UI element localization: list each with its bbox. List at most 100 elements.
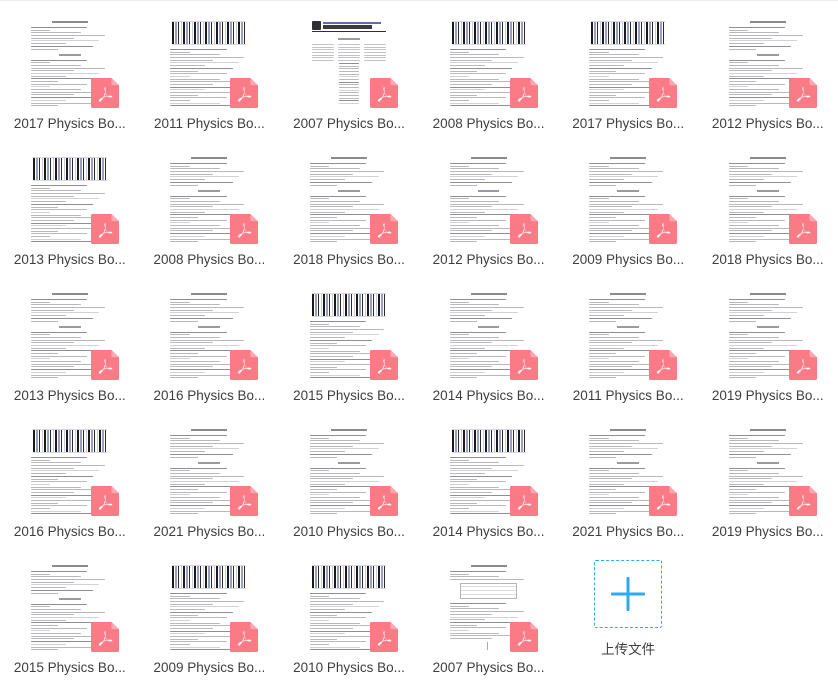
file-thumbnail[interactable] [724,288,817,380]
file-item[interactable]: 2010 Physics Bo... [279,552,419,688]
upload-file-label: 上传文件 [601,642,656,657]
thumbnail-barcode-band [451,429,526,453]
file-item[interactable]: 2011 Physics Bo... [558,280,698,416]
file-item[interactable]: 2014 Physics Bo... [419,416,559,552]
file-item[interactable]: 2007 Physics Bo... [279,8,419,144]
pdf-file-type-icon [649,350,678,380]
file-thumbnail[interactable] [166,424,259,516]
file-thumbnail[interactable] [26,288,119,380]
file-thumbnail[interactable] [585,16,678,108]
thumbnail-barcode-band [32,429,107,453]
file-item[interactable]: 2021 Physics Bo... [558,416,698,552]
pdf-file-type-icon [90,214,119,244]
file-thumbnail[interactable] [724,424,817,516]
file-thumbnail[interactable] [305,152,398,244]
file-thumbnail[interactable] [445,560,538,652]
file-name-label: 2010 Physics Bo... [293,660,405,675]
upload-file-tile[interactable]: 上传文件 [558,552,698,688]
file-name-label: 2011 Physics Bo... [572,388,684,403]
file-thumbnail[interactable] [166,288,259,380]
file-item[interactable]: 2008 Physics Bo... [419,8,559,144]
file-item[interactable]: 2016 Physics Bo... [0,416,140,552]
pdf-file-type-icon [369,622,398,652]
file-name-label: 2014 Physics Bo... [432,524,545,539]
file-item[interactable]: 2011 Physics Bo... [140,8,280,144]
thumbnail-barcode-band [451,21,526,45]
pdf-file-type-icon [649,486,678,516]
pdf-file-type-icon [369,486,398,516]
exam-board-logo-icon [311,21,321,30]
file-item[interactable]: 2014 Physics Bo... [419,280,559,416]
file-name-label: 2011 Physics Bo... [153,116,265,131]
file-thumbnail[interactable] [445,288,538,380]
file-item[interactable]: 2012 Physics Bo... [419,144,559,280]
pdf-file-type-icon [509,486,538,516]
file-item[interactable]: 2012 Physics Bo... [698,8,838,144]
file-thumbnail[interactable] [26,424,119,516]
file-thumbnail[interactable] [724,152,817,244]
file-thumbnail[interactable] [585,288,678,380]
file-name-label: 2010 Physics Bo... [293,524,405,539]
file-name-label: 2015 Physics Bo... [293,388,405,403]
thumbnail-barcode-band [32,157,107,181]
file-item[interactable]: 2009 Physics Bo... [140,552,280,688]
file-item[interactable]: 2021 Physics Bo... [140,416,280,552]
file-item[interactable]: 2008 Physics Bo... [140,144,280,280]
file-thumbnail[interactable] [26,152,119,244]
pdf-file-type-icon [369,350,398,380]
file-thumbnail[interactable] [26,16,119,108]
file-item[interactable]: 2009 Physics Bo... [558,144,698,280]
file-name-label: 2012 Physics Bo... [711,116,824,131]
file-item[interactable]: 2015 Physics Bo... [0,552,140,688]
pdf-file-type-icon [788,486,817,516]
file-thumbnail[interactable] [445,152,538,244]
file-thumbnail[interactable] [166,16,259,108]
pdf-file-type-icon [788,214,817,244]
file-name-label: 2012 Physics Bo... [432,252,545,267]
file-name-label: 2019 Physics Bo... [711,524,824,539]
file-item[interactable]: 2015 Physics Bo... [279,280,419,416]
file-thumbnail[interactable] [585,424,678,516]
file-name-label: 2021 Physics Bo... [572,524,685,539]
file-item[interactable]: 2007 Physics Bo... [419,552,559,688]
file-name-label: 2009 Physics Bo... [572,252,685,267]
file-name-label: 2015 Physics Bo... [13,660,126,675]
file-name-label: 2021 Physics Bo... [153,524,266,539]
file-thumbnail[interactable] [724,16,817,108]
pdf-file-type-icon [90,486,119,516]
file-thumbnail[interactable] [166,152,259,244]
file-thumbnail[interactable] [26,560,119,652]
file-thumbnail[interactable] [585,152,678,244]
file-name-label: 2016 Physics Bo... [13,524,126,539]
file-name-label: 2017 Physics Bo... [13,116,126,131]
file-thumbnail[interactable] [305,16,398,108]
file-name-label: 2013 Physics Bo... [13,388,126,403]
file-thumbnail[interactable] [166,560,259,652]
file-thumbnail[interactable] [305,560,398,652]
pdf-file-type-icon [509,214,538,244]
thumbnail-barcode-band [311,565,386,589]
pdf-file-type-icon [509,622,538,652]
file-item[interactable]: 2017 Physics Bo... [558,8,698,144]
file-item[interactable]: 2018 Physics Bo... [698,144,838,280]
file-thumbnail[interactable] [445,16,538,108]
file-item[interactable]: 2019 Physics Bo... [698,416,838,552]
file-item[interactable]: 2018 Physics Bo... [279,144,419,280]
file-thumbnail[interactable] [445,424,538,516]
pdf-file-type-icon [230,350,259,380]
file-item[interactable]: 2010 Physics Bo... [279,416,419,552]
file-item[interactable]: 2013 Physics Bo... [0,280,140,416]
file-thumbnail[interactable] [305,424,398,516]
file-thumbnail[interactable] [305,288,398,380]
pdf-file-type-icon [90,622,119,652]
upload-dropzone[interactable] [594,560,663,628]
file-item[interactable]: 2016 Physics Bo... [140,280,280,416]
file-name-label: 2017 Physics Bo... [572,116,685,131]
file-item[interactable]: 2017 Physics Bo... [0,8,140,144]
file-item[interactable]: 2019 Physics Bo... [698,280,838,416]
pdf-file-type-icon [230,622,259,652]
thumbnail-barcode-band [311,293,386,317]
file-name-label: 2014 Physics Bo... [432,388,545,403]
pdf-file-type-icon [509,350,538,380]
file-item[interactable]: 2013 Physics Bo... [0,144,140,280]
